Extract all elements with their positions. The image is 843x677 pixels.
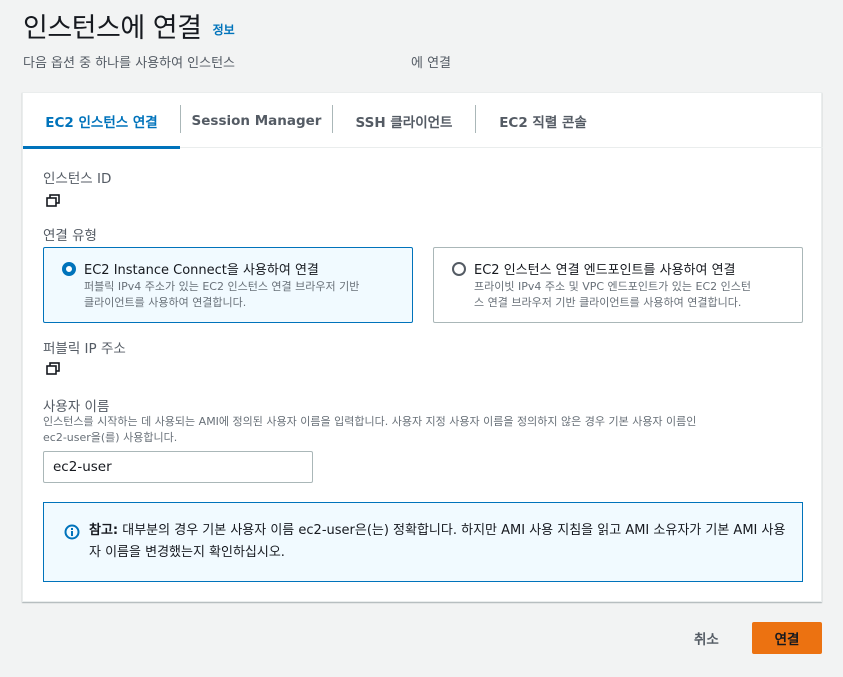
info-alert: 참고: 대부분의 경우 기본 사용자 이름 ec2-user은(는) 정확합니다… xyxy=(43,502,803,582)
radio-button-selected[interactable] xyxy=(62,262,76,276)
info-link[interactable]: 정보 xyxy=(213,21,235,38)
tab-ssh-client[interactable]: SSH 클라이언트 xyxy=(333,93,475,148)
public-ip-label: 퍼블릭 IP 주소 xyxy=(43,341,126,357)
username-description-line: ec2-user을(를) 사용합니다. xyxy=(43,431,178,444)
option-description-line: 퍼블릭 IPv4 주소가 있는 EC2 인스턴스 연결 브라우저 기반 xyxy=(84,280,360,293)
connect-card: EC2 인스턴스 연결 Session Manager SSH 클라이언트 EC… xyxy=(22,92,823,602)
option-description: 프라이빗 IPv4 주소 및 VPC 엔드포인트가 있는 EC2 인스턴 스 연… xyxy=(474,279,751,311)
page-subtitle: 다음 옵션 중 하나를 사용하여 인스턴스 xyxy=(23,56,236,71)
copy-icon[interactable] xyxy=(45,193,61,209)
connection-option-endpoint[interactable]: EC2 인스턴스 연결 엔드포인트를 사용하여 연결 프라이빗 IPv4 주소 … xyxy=(433,247,803,323)
option-title: EC2 Instance Connect을 사용하여 연결 xyxy=(84,263,319,278)
info-icon xyxy=(64,524,80,540)
tab-bar: EC2 인스턴스 연결 Session Manager SSH 클라이언트 EC… xyxy=(23,93,823,149)
option-title: EC2 인스턴스 연결 엔드포인트를 사용하여 연결 xyxy=(474,263,736,278)
radio-button[interactable] xyxy=(452,262,466,276)
tab-ec2-serial-console[interactable]: EC2 직렬 콘솔 xyxy=(476,93,610,148)
option-description-line: 프라이빗 IPv4 주소 및 VPC 엔드포인트가 있는 EC2 인스턴 xyxy=(474,280,751,293)
connection-type-label: 연결 유형 xyxy=(43,228,97,244)
alert-body-text: 대부분의 경우 기본 사용자 이름 ec2-user은(는) 정확합니다. 하지… xyxy=(89,523,786,560)
connection-option-instance-connect[interactable]: EC2 Instance Connect을 사용하여 연결 퍼블릭 IPv4 주… xyxy=(43,247,413,323)
option-description: 퍼블릭 IPv4 주소가 있는 EC2 인스턴스 연결 브라우저 기반 클라이언… xyxy=(84,279,359,311)
copy-icon[interactable] xyxy=(45,361,61,377)
tab-session-manager[interactable]: Session Manager xyxy=(181,93,332,148)
alert-bold-label: 참고: xyxy=(89,523,119,538)
page-header: 인스턴스에 연결 정보 xyxy=(23,6,235,45)
username-label: 사용자 이름 xyxy=(43,399,110,415)
page-title: 인스턴스에 연결 xyxy=(23,13,202,44)
connect-button[interactable]: 연결 xyxy=(752,622,822,654)
tab-ec2-instance-connect[interactable]: EC2 인스턴스 연결 xyxy=(23,93,180,149)
option-description-line: 스 연결 브라우저 기반 클라이언트를 사용하여 연결합니다. xyxy=(474,296,742,309)
option-description-line: 클라이언트를 사용하여 연결합니다. xyxy=(84,296,247,309)
page-subtitle-suffix: 에 연결 xyxy=(411,56,452,71)
instance-id-label: 인스턴스 ID xyxy=(43,171,112,187)
alert-message: 참고: 대부분의 경우 기본 사용자 이름 ec2-user은(는) 정확합니다… xyxy=(89,520,789,564)
username-input[interactable] xyxy=(43,451,313,483)
username-description: 인스턴스를 시작하는 데 사용되는 AMI에 정의된 사용자 이름을 입력합니다… xyxy=(43,414,803,446)
cancel-button[interactable]: 취소 xyxy=(694,628,719,648)
username-description-line: 인스턴스를 시작하는 데 사용되는 AMI에 정의된 사용자 이름을 입력합니다… xyxy=(43,415,697,428)
